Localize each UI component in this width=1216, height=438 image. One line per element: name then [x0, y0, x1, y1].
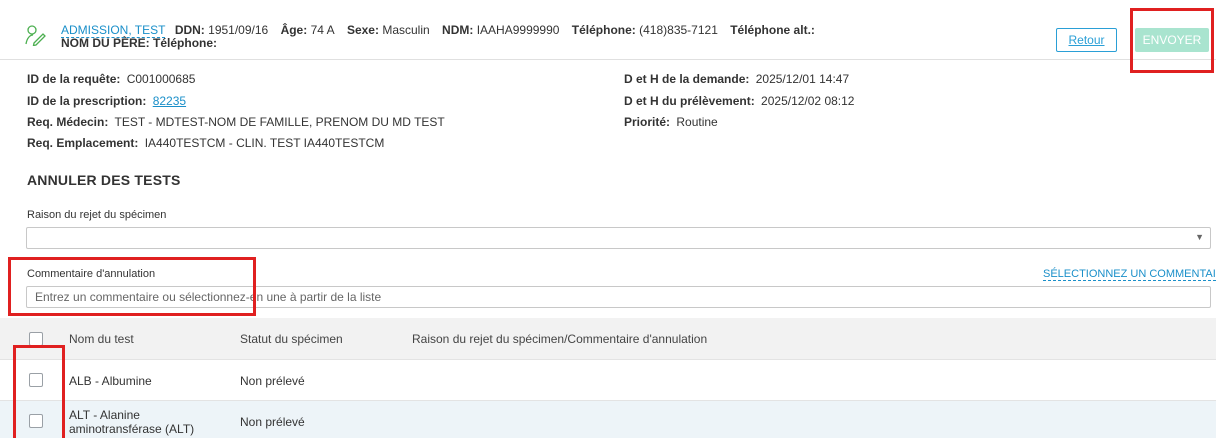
telephone-value: (418)835-7121 [639, 23, 718, 37]
demande-value: 2025/12/01 14:47 [755, 72, 850, 86]
ndm-label: NDM: [442, 23, 474, 37]
sexe-value: Masculin [382, 23, 430, 37]
envoyer-button[interactable]: ENVOYER [1135, 28, 1209, 52]
test-name-line-1: ALT - Alanine [69, 408, 140, 422]
age-label: Âge: [280, 23, 308, 37]
telephone2-label: Téléphone: [153, 36, 218, 50]
test-name: ALT - Alanine aminotransférase (ALT) [69, 408, 194, 436]
header-statut: Statut du spécimen [240, 332, 343, 346]
table-row: ALT - Alanine aminotransférase (ALT) Non… [0, 401, 1216, 438]
prelevement-label: D et H du prélèvement: [624, 94, 755, 108]
specimen-status: Non prélevé [240, 374, 305, 388]
commentaire-input[interactable] [26, 286, 1211, 308]
demande-label: D et H de la demande: [624, 72, 750, 86]
sexe-label: Sexe: [346, 23, 379, 37]
test-name: ALB - Albumine [69, 374, 152, 388]
patient-header: ADMISSION, TEST DDN: 1951/09/16 Âge: 74 … [0, 0, 1216, 60]
demande-row: D et H de la demande: 2025/12/01 14:47 [624, 72, 849, 86]
rejet-label: Raison du rejet du spécimen [27, 209, 167, 221]
table-row: ALB - Albumine Non prélevé [0, 360, 1216, 401]
edit-patient-icon [25, 25, 46, 46]
priorite-row: Priorité: Routine [624, 115, 718, 129]
select-comment-link[interactable]: SÉLECTIONNEZ UN COMMENTAIRE [1043, 268, 1216, 281]
test-name-line-2: aminotransférase (ALT) [69, 422, 195, 436]
prescription-id-row: ID de la prescription: 82235 [27, 94, 186, 108]
request-id-label: ID de la requête: [27, 72, 121, 86]
medecin-value: TEST - MDTEST-NOM DE FAMILLE, PRENOM DU … [114, 115, 445, 129]
prelevement-value: 2025/12/02 08:12 [761, 94, 855, 108]
header-nom-du-test: Nom du test [69, 332, 134, 346]
emplacement-value: IA440TESTCM - CLIN. TEST IA440TESTCM [144, 136, 385, 150]
commentaire-label: Commentaire d'annulation [27, 268, 156, 280]
dropdown-arrow-icon: ▼ [1195, 232, 1204, 242]
prescription-id-link[interactable]: 82235 [153, 94, 186, 108]
medecin-row: Req. Médecin: TEST - MDTEST-NOM DE FAMIL… [27, 115, 445, 129]
section-title: ANNULER DES TESTS [27, 172, 181, 188]
telephone-alt-label: Téléphone alt.: [730, 23, 815, 37]
prescription-id-label: ID de la prescription: [27, 94, 147, 108]
table-header: Nom du test Statut du spécimen Raison du… [0, 318, 1216, 360]
prelevement-row: D et H du prélèvement: 2025/12/02 08:12 [624, 94, 854, 108]
telephone-label: Téléphone: [571, 23, 636, 37]
ddn-value: 1951/09/16 [208, 23, 269, 37]
ddn-label: DDN: [174, 23, 205, 37]
ndm-value: IAAHA9999990 [476, 23, 560, 37]
patient-info-line-2: NOM DU PÈRE: Téléphone: [61, 36, 217, 50]
age-value: 74 A [310, 23, 335, 37]
select-all-checkbox[interactable] [29, 332, 43, 346]
row-checkbox[interactable] [29, 373, 43, 387]
emplacement-label: Req. Emplacement: [27, 136, 139, 150]
emplacement-row: Req. Emplacement: IA440TESTCM - CLIN. TE… [27, 136, 384, 150]
pere-label: NOM DU PÈRE: [61, 36, 150, 50]
medecin-label: Req. Médecin: [27, 115, 109, 129]
priorite-label: Priorité: [624, 115, 671, 129]
rejet-select[interactable]: ▼ [26, 227, 1211, 249]
request-id-row: ID de la requête: C001000685 [27, 72, 195, 86]
specimen-status: Non prélevé [240, 415, 305, 429]
patient-info-line: ADMISSION, TEST DDN: 1951/09/16 Âge: 74 … [61, 23, 815, 38]
retour-button[interactable]: Retour [1056, 28, 1117, 52]
priorite-value: Routine [676, 115, 718, 129]
request-id-value: C001000685 [126, 72, 196, 86]
row-checkbox[interactable] [29, 414, 43, 428]
header-raison: Raison du rejet du spécimen/Commentaire … [412, 332, 708, 346]
